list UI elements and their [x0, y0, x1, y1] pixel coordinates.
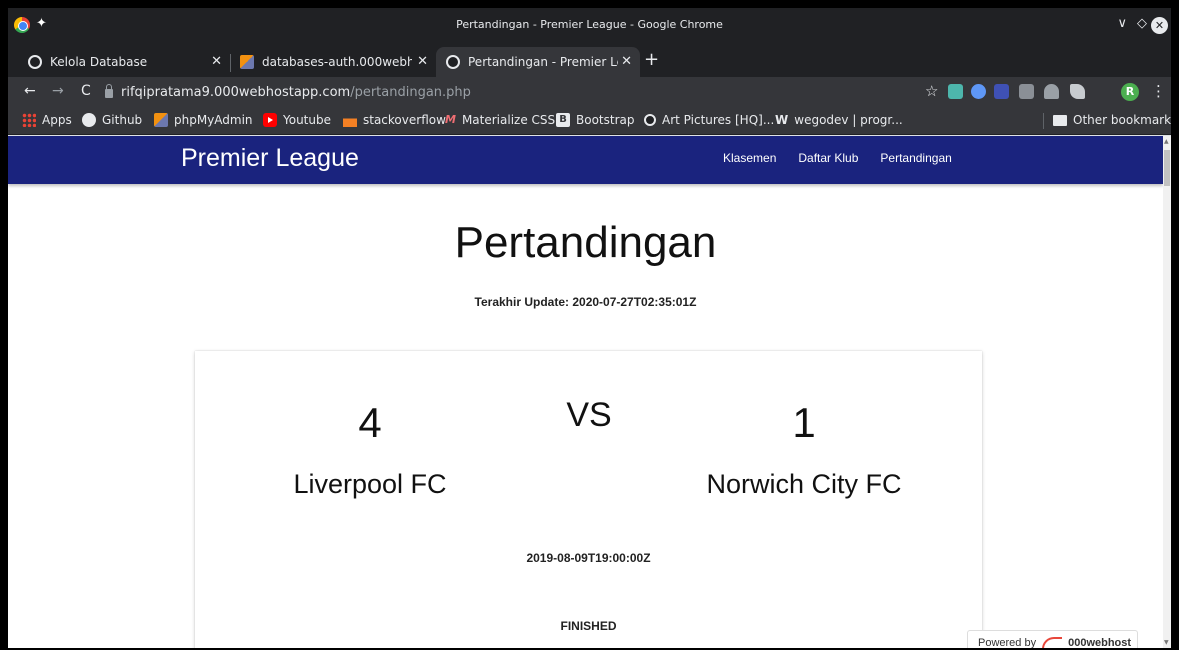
- extension-icon[interactable]: [1019, 84, 1034, 99]
- wegodev-icon: W: [775, 113, 789, 127]
- bookmark-label: stackoverflow: [363, 113, 446, 127]
- apps-grid-icon: [22, 113, 36, 127]
- new-tab-button[interactable]: +: [644, 51, 659, 69]
- maximize-button[interactable]: ◇: [1137, 16, 1147, 31]
- puzzle-icon[interactable]: [1070, 84, 1085, 99]
- home-score: 4: [358, 399, 382, 446]
- folder-icon: [1053, 114, 1067, 126]
- last-updated: Terakhir Update: 2020-07-27T02:35:01Z: [474, 295, 697, 309]
- powered-by-badge[interactable]: Powered by 000webhost: [967, 630, 1138, 648]
- match-status: FINISHED: [560, 619, 617, 633]
- nav-pertandingan[interactable]: Pertandingan: [880, 151, 951, 165]
- window-title: Pertandingan - Premier League - Google C…: [456, 18, 723, 31]
- 000webhost-logo-icon: [1042, 637, 1063, 648]
- match-card: 4 VS 1 Liverpool FC Norwich City FC 2019…: [195, 351, 982, 648]
- youtube-icon: [263, 113, 277, 127]
- profile-avatar[interactable]: R: [1121, 83, 1139, 101]
- versus-label: VS: [566, 396, 612, 434]
- bookmark-label: Bootstrap: [576, 113, 635, 127]
- scrollbar-thumb[interactable]: [1164, 150, 1170, 186]
- scroll-down-arrow-icon[interactable]: ▼: [1164, 639, 1169, 646]
- bookmark-youtube[interactable]: Youtube: [263, 113, 331, 127]
- bookmark-label: wegodev | progr...: [794, 113, 903, 127]
- bookmark-label: Github: [102, 113, 143, 127]
- bookmark-art-pictures[interactable]: Art Pictures [HQ]...: [644, 113, 774, 127]
- phpmyadmin-icon: [240, 55, 254, 69]
- back-button[interactable]: ←: [24, 83, 36, 99]
- powered-by-label: Powered by: [978, 637, 1037, 648]
- bookmark-github[interactable]: Github: [82, 113, 142, 127]
- forward-button[interactable]: →: [52, 83, 64, 99]
- phpmyadmin-icon: [154, 113, 168, 127]
- bookmark-stackoverflow[interactable]: stackoverflow: [343, 113, 446, 127]
- host-name: 000webhost: [1068, 637, 1132, 648]
- other-bookmarks[interactable]: Other bookmarks: [1053, 113, 1171, 127]
- title-bar: ✦ Pertandingan - Premier League - Google…: [8, 8, 1171, 43]
- url-host: rifqipratama9.000webhostapp.com: [121, 84, 351, 100]
- close-tab-icon[interactable]: ✕: [417, 54, 428, 69]
- browser-toolbar: ← → C rifqipratama9.000webhostapp.com/pe…: [8, 77, 1171, 107]
- nav-daftar-klub[interactable]: Daftar Klub: [798, 151, 858, 165]
- bookmark-wegodev[interactable]: W wegodev | progr...: [775, 113, 903, 127]
- address-bar[interactable]: rifqipratama9.000webhostapp.com/pertandi…: [105, 80, 950, 104]
- tab-label: databases-auth.000webhost: [262, 55, 412, 69]
- bookmark-label: Youtube: [283, 113, 331, 127]
- home-team: Liverpool FC: [293, 469, 447, 499]
- globe-icon: [28, 55, 42, 69]
- bookmarks-divider: [1043, 113, 1044, 129]
- match-date: 2019-08-09T19:00:00Z: [526, 551, 651, 565]
- bookmark-label: Materialize CSS: [461, 113, 556, 127]
- scroll-up-arrow-icon[interactable]: ▲: [1164, 138, 1169, 145]
- tab-label: Pertandingan - Premier Leag: [468, 55, 618, 69]
- away-team: Norwich City FC: [706, 469, 902, 499]
- bookmark-apps[interactable]: Apps: [22, 113, 72, 127]
- globe-icon: [446, 55, 460, 69]
- tab-strip: Kelola Database ✕ databases-auth.000webh…: [8, 43, 1171, 77]
- tab-pertandingan[interactable]: Pertandingan - Premier Leag ✕: [436, 47, 640, 77]
- lock-icon[interactable]: [105, 84, 113, 98]
- materialize-icon: M: [445, 113, 456, 126]
- bookmark-star-icon[interactable]: ☆: [925, 82, 938, 100]
- bookmarks-bar: Apps Github phpMyAdmin Youtube stackover…: [8, 107, 1171, 135]
- github-icon: [82, 113, 96, 127]
- other-bookmarks-label: Other bookmarks: [1073, 113, 1171, 127]
- extension-icon[interactable]: [1044, 84, 1059, 99]
- away-score: 1: [792, 399, 816, 446]
- bookmark-label: phpMyAdmin: [174, 113, 253, 127]
- url-path: /pertandingan.php: [350, 84, 471, 100]
- tab-label: Kelola Database: [50, 55, 148, 69]
- nav-klasemen[interactable]: Klasemen: [723, 151, 776, 165]
- stackoverflow-icon: [343, 113, 357, 127]
- bookmark-materialize[interactable]: M Materialize CSS: [445, 113, 555, 127]
- bookmark-phpmyadmin[interactable]: phpMyAdmin: [154, 113, 253, 127]
- menu-icon[interactable]: ⋮: [1151, 82, 1166, 100]
- nav-links: Klasemen Daftar Klub Pertandingan: [723, 151, 952, 165]
- bookmark-label: Art Pictures [HQ]...: [662, 113, 775, 127]
- globe-icon: [644, 114, 656, 126]
- close-window-button[interactable]: ✕: [1151, 17, 1168, 34]
- close-tab-icon[interactable]: ✕: [211, 54, 222, 69]
- site-navbar: Premier League Klasemen Daftar Klub Pert…: [8, 136, 1163, 184]
- extension-icon[interactable]: [971, 84, 986, 99]
- tab-kelola-database[interactable]: Kelola Database ✕: [18, 47, 231, 77]
- reload-button[interactable]: C: [81, 83, 91, 99]
- page-title: Pertandingan: [454, 218, 717, 267]
- page-scrollbar[interactable]: ▲ ▼: [1163, 136, 1171, 648]
- extension-icon[interactable]: [948, 84, 963, 99]
- minimize-button[interactable]: ∨: [1117, 16, 1127, 31]
- bookmark-label: Apps: [42, 113, 72, 127]
- browser-window: ✦ Pertandingan - Premier League - Google…: [8, 8, 1171, 648]
- tab-databases-auth[interactable]: databases-auth.000webhost ✕: [230, 47, 436, 77]
- brand-logo[interactable]: Premier League: [181, 144, 359, 173]
- bookmark-bootstrap[interactable]: B Bootstrap: [556, 113, 634, 127]
- close-tab-icon[interactable]: ✕: [621, 54, 632, 69]
- bootstrap-icon: B: [556, 113, 570, 127]
- extension-icon[interactable]: [994, 84, 1009, 99]
- page-viewport: Premier League Klasemen Daftar Klub Pert…: [8, 136, 1163, 648]
